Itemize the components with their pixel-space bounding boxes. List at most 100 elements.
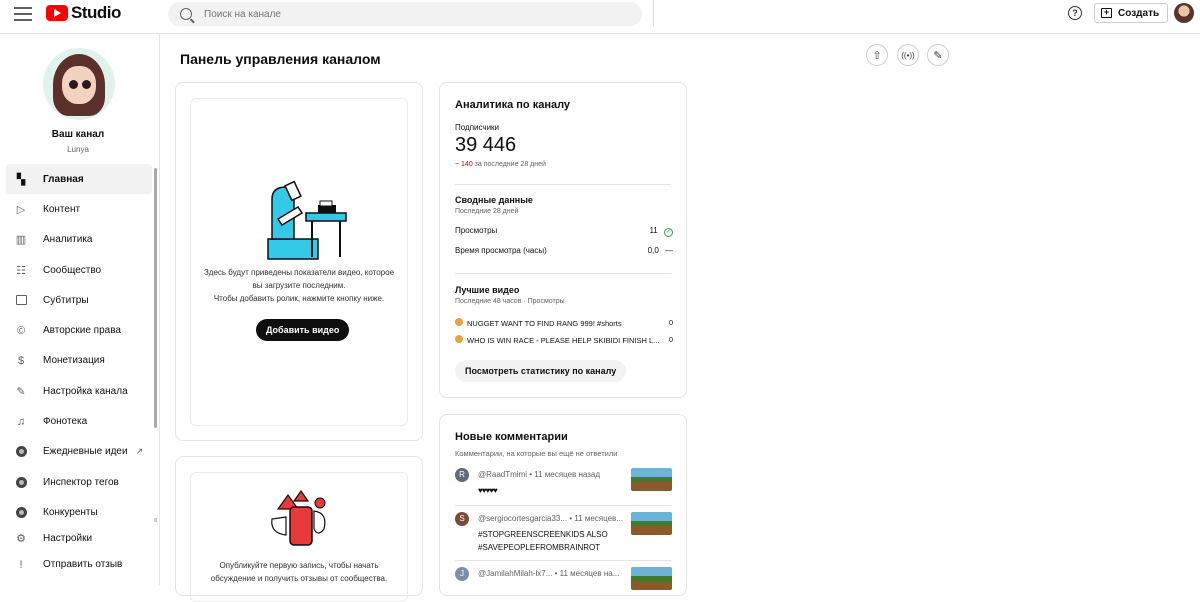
sidebar-item-label: Инспектор тегов	[43, 476, 119, 488]
sidebar-item-dashboard[interactable]: ▚ Главная	[6, 164, 152, 195]
sidebar-item-customization[interactable]: ✎ Настройка канала	[6, 376, 152, 406]
post-card: Опубликуйте первую запись, чтобы начать …	[175, 456, 423, 602]
sidebar-item-label: Фонотека	[43, 416, 88, 428]
add-video-button[interactable]: Добавить видео	[256, 319, 350, 341]
create-video-icon: +	[1101, 8, 1112, 18]
edit-icon: ✎	[933, 49, 943, 62]
monetization-icon: $	[17, 354, 25, 367]
top-video-row[interactable]: NUGGET WANT TO FIND RANG 999! #shorts 0	[455, 318, 673, 328]
sidebar-item-label: Субтитры	[43, 294, 89, 306]
audio-library-icon: ♫	[16, 415, 26, 428]
sidebar-item-feedback[interactable]: ! Отправить отзыв	[6, 550, 152, 580]
commenter-avatar[interactable]: S	[455, 512, 469, 526]
post-empty-line1: Опубликуйте первую запись, чтобы начать	[219, 561, 379, 570]
comment-item[interactable]: R @RaadTmimi • 11 месяцев назад ♥♥♥♥♥	[455, 468, 673, 508]
dashboard-icon: ▚	[16, 173, 26, 186]
video-thumbnail[interactable]	[631, 512, 672, 535]
summary-period: Последние 28 дней	[455, 208, 519, 215]
view-channel-analytics-button[interactable]: Посмотреть статистику по каналу	[455, 360, 627, 382]
post-card-inner: Опубликуйте первую запись, чтобы начать …	[190, 472, 408, 602]
go-live-button[interactable]: ((•))	[897, 44, 919, 66]
comment-item[interactable]: S @sergiocortesgarcia33... • 11 месяцев.…	[455, 512, 673, 556]
sidebar-item-daily-ideas[interactable]: Ежедневные идеи ↗	[6, 437, 152, 467]
divider	[455, 273, 671, 274]
analytics-title: Аналитика по каналу	[455, 99, 571, 111]
divider	[455, 505, 671, 506]
upload-card: Здесь будут приведены показатели видео, …	[175, 82, 423, 441]
copyright-icon: ©	[16, 324, 26, 337]
comment-author: @sergiocortesgarcia33... • 11 месяцев...	[478, 514, 623, 523]
gear-icon: ⚙	[16, 533, 26, 546]
comments-title: Новые комментарии	[455, 431, 568, 443]
video-thumb-icon	[455, 318, 463, 326]
sidebar-item-analytics[interactable]: ▥ Аналитика	[6, 225, 152, 255]
top-video-title: NUGGET WANT TO FIND RANG 999! #shorts	[467, 319, 622, 328]
sidebar-item-tag-inspector[interactable]: Инспектор тегов	[6, 467, 152, 497]
video-thumb-icon	[455, 335, 463, 343]
sidebar-item-subtitles[interactable]: Субтитры	[6, 285, 152, 315]
top-videos-title: Лучшие видео	[455, 285, 520, 295]
views-value: 11	[649, 226, 658, 235]
commenter-avatar[interactable]: J	[455, 567, 469, 581]
sidebar-item-label: Главная	[43, 173, 84, 185]
sidebar-item-competitors[interactable]: Конкуренты	[6, 497, 152, 527]
sidebar-item-settings[interactable]: ⚙ Настройки	[6, 528, 152, 550]
sidebar-item-content[interactable]: ▷ Контент	[6, 194, 152, 224]
studio-logo[interactable]: Studio	[46, 3, 121, 23]
sidebar-item-label: Аналитика	[43, 234, 93, 246]
sidebar-item-copyright[interactable]: © Авторские права	[6, 315, 152, 345]
comment-author: @RaadTmimi • 11 месяцев назад	[478, 470, 601, 479]
channel-avatar[interactable]	[43, 48, 115, 120]
sidebar-scrollbar[interactable]	[154, 168, 157, 428]
sidebar-item-label: Конкуренты	[43, 506, 98, 518]
sidebar-item-label: Отправить отзыв	[43, 559, 123, 571]
subscribers-label: Подписчики	[455, 123, 500, 132]
page-title: Панель управления каналом	[180, 51, 381, 67]
main-content: Панель управления каналом ⇧ ((•)) ✎ Здес…	[160, 34, 1200, 602]
search-bar[interactable]	[168, 2, 642, 26]
top-video-row[interactable]: WHO IS WIN RACE - PLEASE HELP SKIBIDI FI…	[455, 335, 673, 345]
create-post-button[interactable]: ✎	[927, 44, 949, 66]
search-icon[interactable]	[180, 8, 192, 20]
watch-time-value: 0,0	[647, 246, 659, 255]
check-icon: ✓	[664, 228, 673, 237]
search-input[interactable]	[204, 8, 604, 20]
watch-time-row: Время просмотра (часы) 0,0 —	[455, 246, 673, 255]
menu-icon[interactable]	[14, 7, 32, 21]
subtitles-icon	[15, 294, 27, 306]
content-icon: ▷	[16, 203, 26, 216]
comment-item[interactable]: J @JamilahMilah-lx7... • 11 месяцев на..…	[455, 567, 673, 595]
comments-card: Новые комментарии Комментарии, на которы…	[439, 414, 687, 596]
upload-button[interactable]: ⇧	[866, 44, 888, 66]
sidebar-nav: ▚ Главная ▷ Контент ▥ Аналитика ☷ Сообще…	[6, 164, 152, 580]
divider	[455, 184, 671, 185]
extension-icon	[15, 476, 27, 488]
account-avatar[interactable]	[1174, 3, 1194, 23]
sidebar-item-audio-library[interactable]: ♫ Фонотека	[6, 406, 152, 436]
sidebar-item-label: Контент	[43, 203, 81, 215]
youtube-logo-icon	[46, 5, 68, 21]
sidebar-scroll-arrow[interactable]	[154, 518, 157, 522]
views-row: Просмотры 11 ✓	[455, 226, 673, 237]
create-button[interactable]: + Создать	[1094, 3, 1169, 23]
external-link-icon: ↗	[135, 446, 144, 457]
sidebar-item-monetization[interactable]: $ Монетизация	[6, 346, 152, 376]
commenter-avatar[interactable]: R	[455, 468, 469, 482]
comment-text: ♥♥♥♥♥	[478, 486, 498, 495]
upload-empty-line2: вы загрузите последним.	[252, 281, 346, 290]
views-label: Просмотры	[455, 226, 498, 235]
sidebar-item-community[interactable]: ☷ Сообщество	[6, 255, 152, 285]
sidebar-item-label: Сообщество	[43, 264, 102, 276]
video-thumbnail[interactable]	[631, 567, 672, 590]
summary-title: Сводные данные	[455, 195, 533, 205]
channel-handle: Lunya	[67, 145, 89, 154]
help-icon[interactable]: ?	[1068, 6, 1082, 20]
top-videos-period: Последние 48 часов · Просмотры	[455, 298, 565, 305]
video-thumbnail[interactable]	[631, 468, 672, 491]
top-video-views: 0	[668, 318, 673, 327]
sidebar: Ваш канал Lunya ▚ Главная ▷ Контент ▥ Ан…	[0, 34, 160, 585]
sidebar-item-label: Монетизация	[43, 355, 105, 367]
sidebar-item-label: Настройка канала	[43, 385, 128, 397]
watch-time-trend: —	[665, 246, 673, 255]
subscribers-delta-period: за последние 28 дней	[474, 161, 546, 168]
